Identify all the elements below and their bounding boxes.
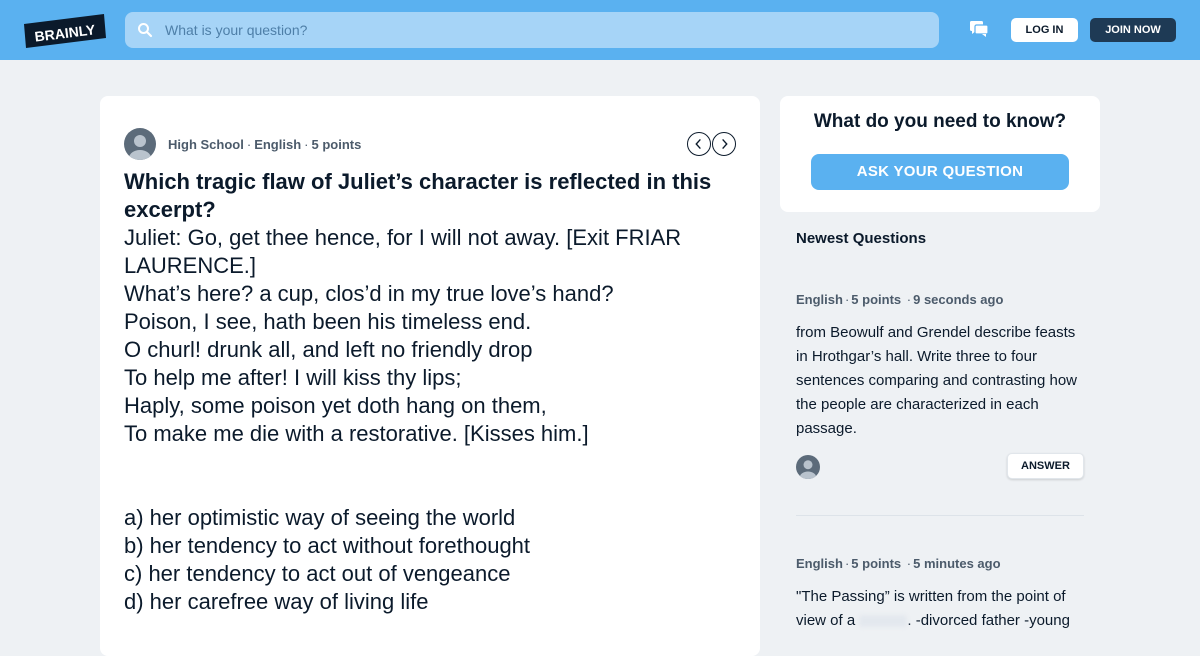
points-value: 5 points xyxy=(851,556,902,571)
timestamp: 5 minutes ago xyxy=(913,556,1001,571)
excerpt-line: Haply, some poison yet doth hang on them… xyxy=(124,393,547,418)
ask-your-question-button[interactable]: ASK YOUR QUESTION xyxy=(811,154,1069,190)
answer-options: a) her optimistic way of seeing the worl… xyxy=(124,504,744,616)
newest-question-item[interactable]: English · 5 points · 5 minutes ago "The Pas… xyxy=(796,556,1084,633)
excerpt-line: To help me after! I will kiss thy lips; xyxy=(124,365,462,390)
excerpt-line: O churl! drunk all, and left no friendly… xyxy=(124,337,533,362)
user-silhouette-icon xyxy=(799,460,817,479)
subject-link[interactable]: English xyxy=(796,292,843,307)
messages-icon[interactable] xyxy=(970,21,988,38)
join-now-button[interactable]: JOIN NOW xyxy=(1090,18,1176,42)
top-navigation-bar: BRAINLY LOG IN JOIN NOW xyxy=(0,0,1200,60)
asker-avatar[interactable] xyxy=(124,128,156,160)
option-a: a) her optimistic way of seeing the worl… xyxy=(124,505,516,530)
timestamp: 9 seconds ago xyxy=(913,292,1004,307)
separator-dot: · xyxy=(844,556,850,571)
newest-question-footer: ANSWER xyxy=(796,453,1084,481)
separator-dot: · xyxy=(906,556,912,571)
search-bar[interactable] xyxy=(125,12,939,48)
excerpt-line: Juliet: Go, get thee hence, for I will n… xyxy=(124,225,682,278)
answer-button[interactable]: ANSWER xyxy=(1007,453,1084,479)
search-icon xyxy=(138,23,153,38)
newest-question-text[interactable]: from Beowulf and Grendel describe feasts… xyxy=(796,321,1084,441)
newest-question-item[interactable]: English · 5 points · 9 seconds ago from Beo… xyxy=(796,292,1084,481)
option-b: b) her tendency to act without forethoug… xyxy=(124,533,531,558)
separator-dot: · xyxy=(844,292,850,307)
user-silhouette-icon xyxy=(129,135,151,160)
search-input[interactable] xyxy=(165,12,925,48)
newest-questions-heading: Newest Questions xyxy=(796,230,927,247)
question-meta: High School · English · 5 points xyxy=(168,137,361,152)
next-question-icon[interactable] xyxy=(712,132,736,156)
excerpt-line: What’s here? a cup, clos’d in my true lo… xyxy=(124,281,614,306)
subject-link[interactable]: English xyxy=(254,137,301,152)
separator-dot: · xyxy=(304,137,309,152)
subject-link[interactable]: English xyxy=(796,556,843,571)
separator-dot: · xyxy=(906,292,912,307)
divider xyxy=(796,515,1084,516)
points-value: 5 points xyxy=(851,292,902,307)
newest-question-meta: English · 5 points · 5 minutes ago xyxy=(796,556,1084,571)
newest-question-meta: English · 5 points · 9 seconds ago xyxy=(796,292,1084,307)
option-c: c) her tendency to act out of vengeance xyxy=(124,561,511,586)
excerpt-line: Poison, I see, hath been his timeless en… xyxy=(124,309,532,334)
blurred-word xyxy=(859,615,908,628)
question-navigation xyxy=(687,132,737,156)
ask-question-card: What do you need to know? ASK YOUR QUEST… xyxy=(780,96,1100,212)
newest-question-text[interactable]: "The Passing” is written from the point … xyxy=(796,585,1084,633)
log-in-button[interactable]: LOG IN xyxy=(1011,18,1078,42)
ask-heading: What do you need to know? xyxy=(813,111,1067,132)
school-level[interactable]: High School xyxy=(168,137,244,152)
excerpt-line: To make me die with a restorative. [Kiss… xyxy=(124,421,589,446)
question-title: Which tragic flaw of Juliet’s character … xyxy=(124,169,712,222)
question-body: Juliet: Go, get thee hence, for I will n… xyxy=(124,224,744,448)
separator-dot: · xyxy=(246,137,252,152)
brainly-logo[interactable]: BRAINLY xyxy=(24,14,106,48)
points-value: 5 points xyxy=(311,137,362,152)
asker-avatar[interactable] xyxy=(796,455,820,479)
question-card: High School · English · 5 points Which tragi… xyxy=(100,96,760,656)
question-text-end: . -divorced father -young xyxy=(907,612,1070,629)
option-d: d) her carefree way of living life xyxy=(124,589,429,614)
previous-question-icon[interactable] xyxy=(687,132,711,156)
